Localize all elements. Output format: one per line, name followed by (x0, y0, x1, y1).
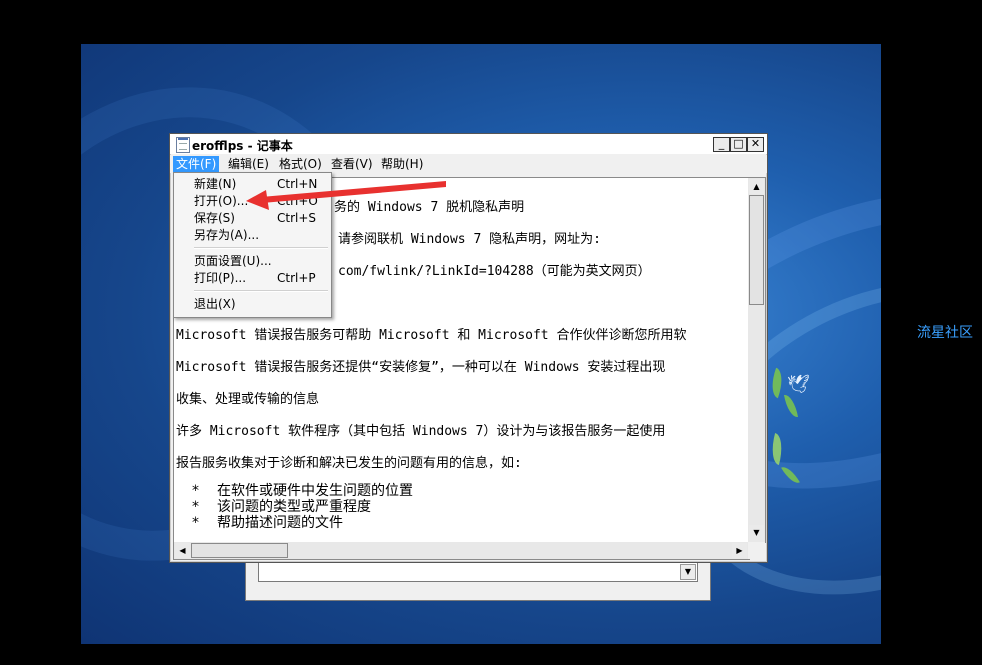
annotation-arrow-icon (246, 181, 446, 210)
